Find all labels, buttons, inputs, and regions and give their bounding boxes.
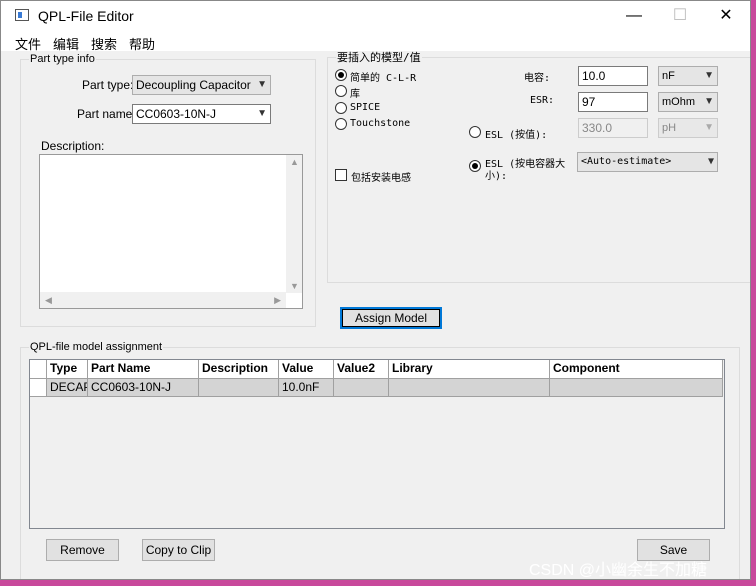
column-header-value[interactable]: Value — [279, 360, 334, 379]
chevron-down-icon: ▼ — [704, 70, 714, 81]
simple-clr-label: 简单的 C-L-R — [350, 73, 417, 84]
esl-unit-dropdown: pH ▼ — [658, 118, 718, 138]
capacitance-input[interactable]: 10.0 — [578, 66, 648, 86]
app-icon — [15, 9, 29, 21]
scroll-down-icon[interactable]: ▼ — [290, 281, 299, 291]
simple-clr-radio[interactable] — [335, 69, 347, 81]
cell-library[interactable] — [389, 379, 550, 397]
column-header-library[interactable]: Library — [389, 360, 550, 379]
description-textarea[interactable]: ▲ ▼ ◀ ▶ — [39, 154, 303, 309]
cell-part-name[interactable]: CC0603-10N-J — [88, 379, 199, 397]
chevron-down-icon: ▼ — [257, 79, 267, 90]
qpl-model-assignment-legend: QPL-file model assignment — [30, 341, 163, 353]
maximize-button: ☐ — [672, 7, 688, 24]
library-radio[interactable] — [335, 85, 347, 97]
description-horizontal-scrollbar[interactable]: ◀ ▶ — [40, 292, 286, 308]
scroll-left-icon[interactable]: ◀ — [45, 295, 52, 306]
column-header-type[interactable]: Type — [47, 360, 88, 379]
remove-button[interactable]: Remove — [46, 539, 119, 561]
esl-by-value-label: ESL (按值): — [485, 130, 548, 141]
library-label: 库 — [350, 89, 360, 100]
part-type-value: Decoupling Capacitor — [136, 78, 251, 92]
window-title: QPL-File Editor — [38, 8, 134, 24]
row-selector[interactable] — [30, 379, 47, 397]
chevron-down-icon: ▼ — [704, 122, 714, 133]
cell-value2[interactable] — [334, 379, 389, 397]
qpl-file-editor-window: QPL-File Editor — ☐ ✕ 文件 编辑 搜索 帮助 Part t… — [0, 0, 751, 580]
model-value-legend: 要插入的模型/值 — [337, 51, 421, 64]
capacitance-unit-dropdown[interactable]: nF ▼ — [658, 66, 718, 86]
cell-value[interactable]: 10.0nF — [279, 379, 334, 397]
capacitance-label: 电容: — [524, 73, 551, 84]
cell-description[interactable] — [199, 379, 279, 397]
minimize-button[interactable]: — — [611, 1, 657, 31]
cell-type[interactable]: DECAP — [47, 379, 88, 397]
chevron-down-icon: ▼ — [257, 108, 267, 119]
part-type-dropdown[interactable]: Decoupling Capacitor ▼ — [132, 75, 271, 95]
spice-label: SPICE — [350, 102, 381, 113]
part-name-label: Part name: — [77, 107, 136, 121]
part-type-label: Part type: — [82, 78, 134, 92]
esr-label: ESR: — [530, 95, 555, 106]
esl-unit-value: pH — [662, 122, 677, 134]
esl-by-size-value: <Auto-estimate> — [581, 156, 672, 167]
esr-unit-dropdown[interactable]: mOhm ▼ — [658, 92, 718, 112]
esl-by-value-radio[interactable] — [469, 126, 481, 138]
esl-by-size-radio[interactable] — [469, 160, 481, 172]
menu-bar: 文件 编辑 搜索 帮助 — [1, 31, 750, 53]
watermark: CSDN @小幽余生不加糖 — [529, 562, 708, 579]
menu-file[interactable]: 文件 — [15, 34, 41, 53]
esl-value-input: 330.0 — [578, 118, 648, 138]
scroll-right-icon[interactable]: ▶ — [274, 295, 281, 306]
title-bar[interactable]: QPL-File Editor — ☐ ✕ — [1, 1, 750, 31]
column-header-component[interactable]: Component — [550, 360, 723, 379]
include-mount-inductance-checkbox[interactable] — [335, 169, 347, 181]
chevron-down-icon: ▼ — [707, 156, 714, 167]
column-header-description[interactable]: Description — [199, 360, 279, 379]
esr-unit-value: mOhm — [662, 96, 695, 108]
scroll-up-icon[interactable]: ▲ — [290, 157, 299, 167]
part-type-info-legend: Part type info — [30, 53, 95, 65]
part-name-combobox[interactable]: CC0603-10N-J ▼ — [132, 104, 271, 124]
esl-by-size-label-line2: 小): — [485, 171, 508, 182]
description-label: Description: — [41, 139, 105, 153]
cell-component[interactable] — [550, 379, 723, 397]
capacitance-unit-value: nF — [662, 70, 675, 82]
menu-help[interactable]: 帮助 — [129, 34, 155, 53]
spice-radio[interactable] — [335, 102, 347, 114]
menu-search[interactable]: 搜索 — [91, 34, 117, 53]
close-button[interactable]: ✕ — [703, 1, 749, 31]
part-name-value: CC0603-10N-J — [136, 107, 217, 121]
include-mount-inductance-label: 包括安装电感 — [351, 173, 411, 184]
copy-to-clip-button[interactable]: Copy to Clip — [142, 539, 215, 561]
column-header-part-name[interactable]: Part Name — [88, 360, 199, 379]
assignment-grid[interactable]: Type Part Name Description Value Value2 … — [29, 359, 725, 529]
esl-by-size-dropdown[interactable]: <Auto-estimate> ▼ — [577, 152, 718, 172]
esr-input[interactable]: 97 — [578, 92, 648, 112]
touchstone-radio[interactable] — [335, 118, 347, 130]
chevron-down-icon: ▼ — [704, 96, 714, 107]
assign-model-button[interactable]: Assign Model — [340, 307, 442, 329]
touchstone-label: Touchstone — [350, 118, 411, 129]
row-header-corner — [30, 360, 47, 379]
description-vertical-scrollbar[interactable]: ▲ ▼ — [286, 155, 302, 293]
column-header-value2[interactable]: Value2 — [334, 360, 389, 379]
menu-edit[interactable]: 编辑 — [53, 34, 79, 53]
